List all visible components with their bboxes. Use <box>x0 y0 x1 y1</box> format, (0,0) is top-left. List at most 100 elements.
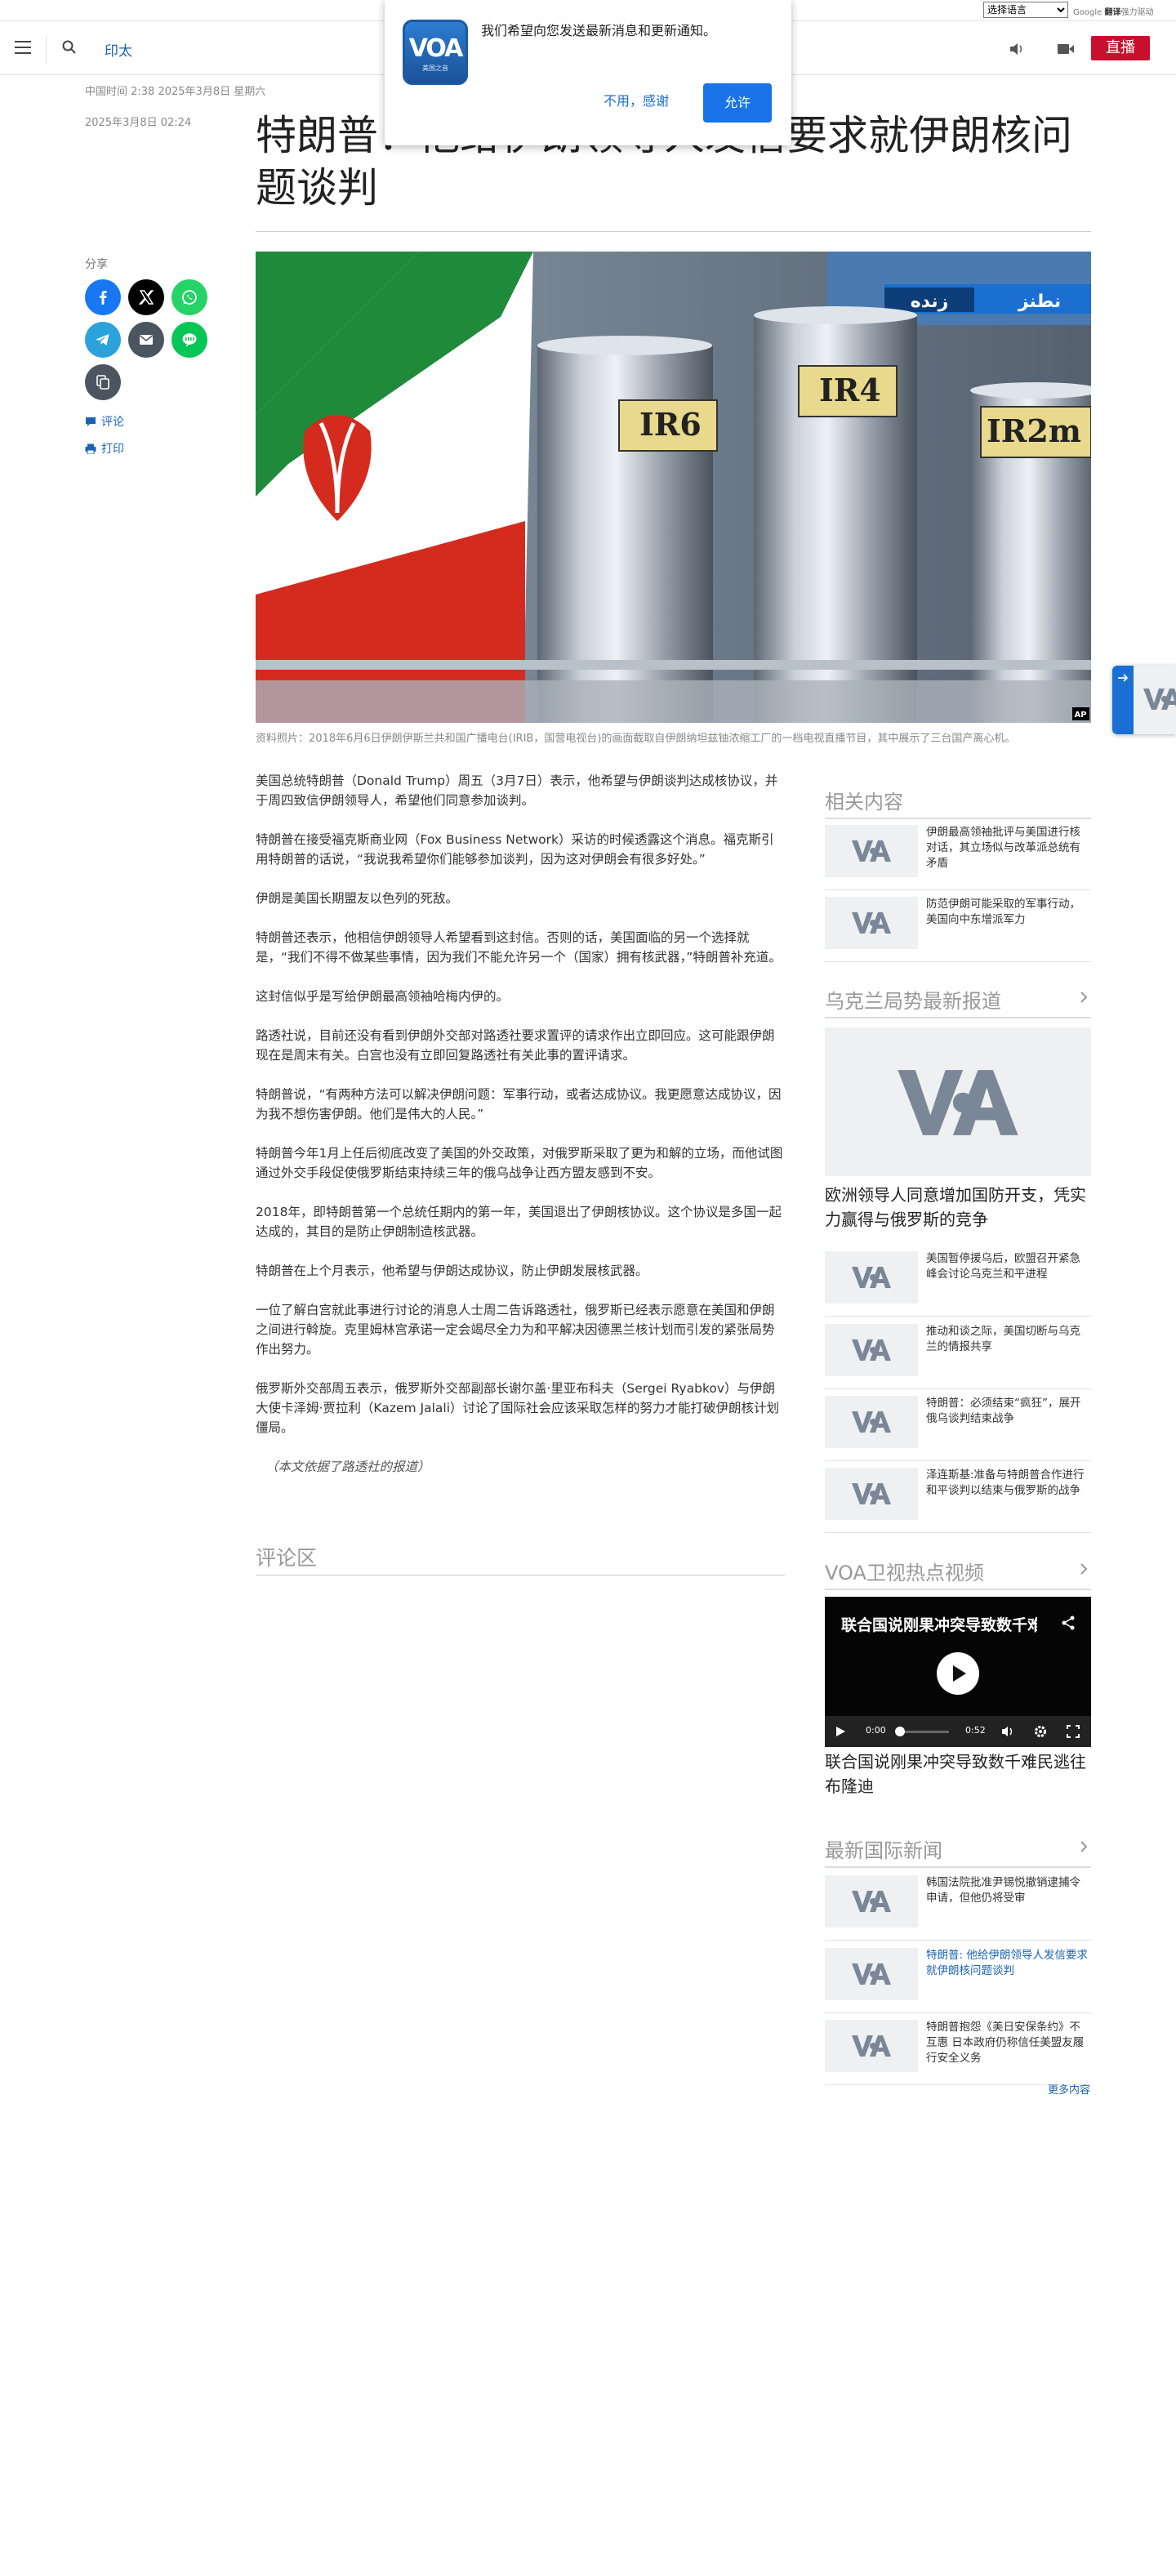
chevron-right-icon <box>1080 1841 1088 1852</box>
fullscreen-icon[interactable] <box>1067 1725 1080 1738</box>
international-news-heading[interactable]: 最新国际新闻 <box>825 1834 1091 1868</box>
paragraph: 美国总统特朗普（Donald Trump）周五（3月7日）表示，他希望与伊朗谈判… <box>256 773 778 808</box>
voa-logo <box>852 1411 891 1433</box>
share-line-button[interactable] <box>172 322 207 358</box>
comments-link[interactable]: 评论 <box>85 413 124 430</box>
floating-side-tab[interactable] <box>1112 666 1176 734</box>
chevron-right-icon <box>1080 1563 1088 1575</box>
paragraph: 特朗普还表示，他相信伊朗领导人希望看到这封信。否则的话，美国面临的另一个选择就是… <box>256 930 782 965</box>
arrow-right-icon <box>1118 674 1129 682</box>
voa-thumbnail <box>825 1396 918 1448</box>
ukraine-lead-thumbnail[interactable] <box>825 1027 1091 1176</box>
related-heading: 相关内容 <box>825 786 1091 819</box>
share-facebook-button[interactable] <box>85 279 121 315</box>
volume-icon[interactable] <box>1001 1725 1014 1738</box>
ir4-label: IR4 <box>819 372 881 408</box>
source-credit: （本文依据了路透社的报道） <box>265 1460 430 1474</box>
email-icon <box>140 335 153 345</box>
paragraph: 一位了解白宫就此事进行讨论的消息人士周二告诉路透社，俄罗斯已经表示愿意在美国和伊… <box>256 1303 775 1357</box>
section-link[interactable]: 印太 <box>105 39 132 60</box>
paragraph: 路透社说，目前还没有看到伊朗外交部对路透社要求置评的请求作出立即回应。这可能跟伊… <box>256 1028 775 1063</box>
voa-logo <box>852 1483 891 1504</box>
notification-prompt: VOA 美国之音 我们希望向您发送最新消息和更新通知。 不用，感谢 允许 <box>385 0 791 145</box>
paragraph: 特朗普说，“有两种方法可以解决伊朗问题：军事行动，或者达成协议。我更愿意达成协议… <box>256 1087 782 1121</box>
voa-thumbnail <box>825 1468 918 1520</box>
x-icon <box>138 290 154 305</box>
settings-icon[interactable] <box>1034 1725 1047 1738</box>
language-select[interactable]: 选择语言 <box>983 2 1068 18</box>
whatsapp-icon <box>182 290 197 305</box>
international-news-item[interactable]: 特朗普: 他给伊朗领导人发信要求就伊朗核问题谈判 <box>825 1948 1091 2013</box>
play-button[interactable] <box>937 1652 979 1695</box>
paragraph: 特朗普在接受福克斯商业网（Fox Business Network）采访的时候透… <box>256 832 774 867</box>
ukraine-item[interactable]: 推动和谈之际，美国切断与乌克兰的情报共享 <box>825 1324 1091 1389</box>
voa-logo <box>852 912 891 934</box>
video-icon[interactable] <box>1057 42 1075 56</box>
share-icon[interactable] <box>1060 1615 1076 1631</box>
menu-icon[interactable] <box>15 41 31 54</box>
image-caption: 资料照片：2018年6月6日伊朗伊斯兰共和国广播电台(IRIB，国营电视台)的画… <box>256 733 1016 745</box>
ir2m-label: IR2m <box>987 412 1081 449</box>
international-news-item[interactable]: 特朗普抱怨《美日安保条约》不互惠 日本政府仍称信任美盟友履行安全义务 <box>825 2020 1091 2085</box>
published-date: 2025年3月8日 02:24 <box>85 117 192 129</box>
voa-logo <box>852 1339 891 1361</box>
audio-icon[interactable] <box>1008 41 1026 57</box>
video-progress-knob[interactable] <box>895 1727 905 1736</box>
voa-thumbnail <box>825 1251 918 1304</box>
share-whatsapp-button[interactable] <box>172 279 207 315</box>
share-email-button[interactable] <box>128 322 164 358</box>
related-item[interactable]: 伊朗最高领袖批评与美国进行核对话，其立场似与改革派总统有矛盾 <box>825 825 1091 890</box>
paragraph: 伊朗是美国长期盟友以色列的死敌。 <box>256 891 459 906</box>
allow-button[interactable]: 允许 <box>703 83 772 123</box>
international-news-item[interactable]: 韩国法院批准尹锡悦撤销逮捕令申请，但他仍将受审 <box>825 1875 1091 1941</box>
decline-button[interactable]: 不用，感谢 <box>604 90 669 109</box>
broadcast-location-label: نطنز <box>1018 292 1061 312</box>
share-x-button[interactable] <box>128 279 164 315</box>
ukraine-item[interactable]: 特朗普：必须结束“疯狂”，展开俄乌谈判结束战争 <box>825 1396 1091 1461</box>
telegram-icon <box>96 334 109 345</box>
ir6-label: IR6 <box>639 406 702 443</box>
voa-thumbnail <box>825 897 918 949</box>
voa-thumbnail <box>825 2020 918 2072</box>
video-controls: 0:00 0:52 <box>825 1716 1091 1747</box>
voa-thumbnail <box>825 1875 918 1928</box>
google-translate-credit: Google 翻译强力驱动 <box>1073 8 1154 17</box>
play-icon <box>953 1665 966 1682</box>
ukraine-lead-title[interactable]: 欧洲领导人同意增加国防开支，凭实力赢得与俄罗斯的竞争 <box>825 1183 1091 1232</box>
voa-logo <box>852 1891 891 1912</box>
voa-logo <box>898 1070 1018 1135</box>
video-section-heading[interactable]: VOA卫视热点视频 <box>825 1557 1091 1590</box>
ap-credit: AP <box>1074 711 1086 720</box>
video-caption[interactable]: 联合国说刚果冲突导致数千难民逃往布隆迪 <box>825 1749 1091 1798</box>
more-link[interactable]: 更多内容 <box>1048 2081 1090 2097</box>
play-icon[interactable] <box>835 1726 846 1737</box>
voa-thumbnail <box>825 1948 918 2000</box>
video-current-time: 0:00 <box>866 1725 886 1736</box>
voa-logo <box>852 840 891 862</box>
dateline: 中国时间 2:38 2025年3月8日 星期六 <box>85 86 266 98</box>
notification-message: 我们希望向您发送最新消息和更新通知。 <box>481 23 717 38</box>
ukraine-item[interactable]: 美国暂停援乌后，欧盟召开紧急峰会讨论乌克兰和平进程 <box>825 1251 1091 1317</box>
video-player[interactable]: 联合国说刚果冲突导致数千难民逃往布隆迪 0:00 0:52 <box>825 1597 1091 1747</box>
ukraine-heading[interactable]: 乌克兰局势最新报道 <box>825 985 1091 1018</box>
voa-logo <box>852 2035 891 2057</box>
live-button[interactable]: 直播 <box>1091 36 1150 60</box>
article-body: 美国总统特朗普（Donald Trump）周五（3月7日）表示，他希望与伊朗谈判… <box>256 771 785 1496</box>
hero-image: IR6 IR4 IR2m نطنز زنده AP <box>256 252 1091 723</box>
centrifuge-photo: IR6 IR4 IR2m نطنز زنده AP <box>256 252 1091 723</box>
search-icon[interactable] <box>61 39 78 56</box>
copy-link-button[interactable] <box>85 364 121 400</box>
print-link[interactable]: 打印 <box>85 440 124 457</box>
share-telegram-button[interactable] <box>85 322 121 358</box>
arrow-bar <box>1112 666 1134 734</box>
related-item[interactable]: 防范伊朗可能采取的军事行动，美国向中东增派军力 <box>825 897 1091 962</box>
video-total-time: 0:52 <box>965 1725 986 1736</box>
title-divider <box>256 231 1091 232</box>
share-label: 分享 <box>85 258 108 271</box>
ukraine-item[interactable]: 泽连斯基:准备与特朗普合作进行和平谈判以结束与俄罗斯的战争 <box>825 1468 1091 1533</box>
voa-logo <box>852 1963 891 1985</box>
voa-thumbnail <box>825 825 918 877</box>
paragraph: 特朗普在上个月表示，他希望与伊朗达成协议，防止伊朗发展核武器。 <box>256 1263 648 1278</box>
print-icon <box>85 443 96 455</box>
voa-logo <box>852 1267 891 1288</box>
